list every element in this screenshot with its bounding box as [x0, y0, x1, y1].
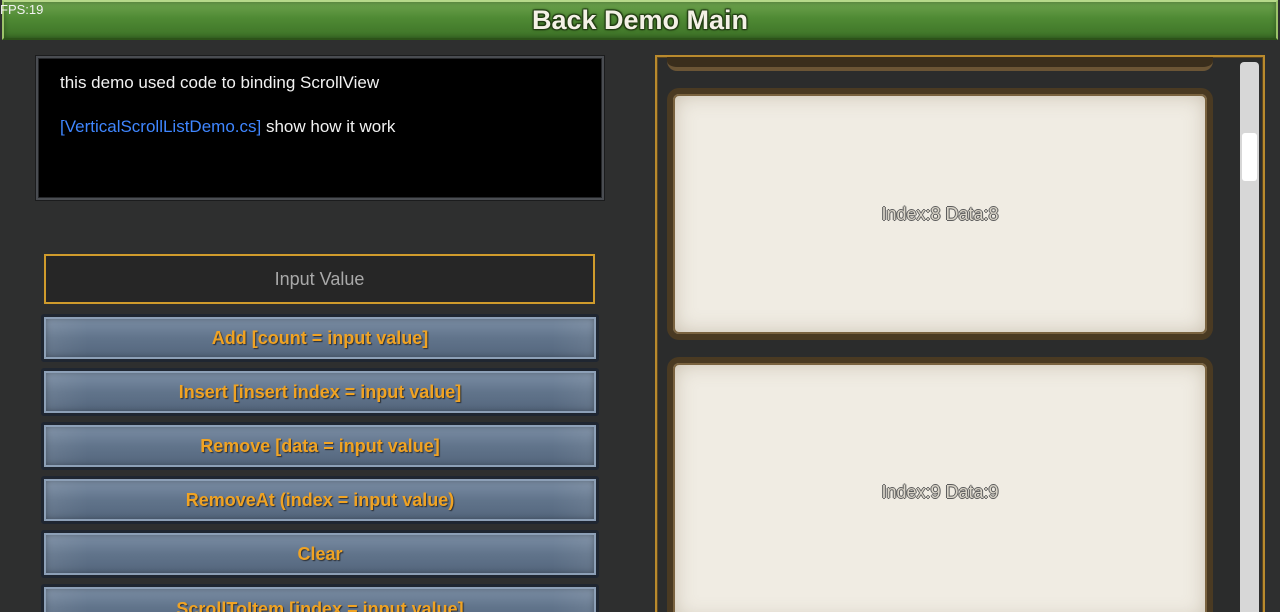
add-button[interactable]: Add [count = input value] [41, 314, 599, 362]
list-item-partial [667, 57, 1213, 71]
insert-button-label: Insert [insert index = input value] [178, 381, 462, 402]
info-link-suffix: show how it work [261, 117, 396, 136]
clear-button-label: Clear [297, 543, 343, 564]
scroll-to-item-button-label: ScrollToItem [index = input value] [176, 599, 464, 612]
script-link[interactable]: [VerticalScrollListDemo.cs] [60, 117, 261, 136]
fps-counter: FPS:19 [0, 2, 44, 17]
list-item[interactable]: Index:8 Data:8 [667, 88, 1213, 340]
add-button-label: Add [count = input value] [211, 327, 429, 348]
clear-button[interactable]: Clear [41, 530, 599, 578]
remove-button[interactable]: Remove [data = input value] [41, 422, 599, 470]
scrollbar-thumb[interactable] [1242, 133, 1257, 181]
input-value-field[interactable] [46, 256, 593, 302]
list-item-label: Index:8 Data:8 [881, 203, 999, 224]
info-link-line: [VerticalScrollListDemo.cs] show how it … [60, 116, 580, 138]
info-description: this demo used code to binding ScrollVie… [60, 73, 380, 92]
title-bar: Back Demo Main [2, 0, 1278, 40]
scroll-to-item-button[interactable]: ScrollToItem [index = input value] [41, 584, 599, 612]
remove-at-button-label: RemoveAt (index = input value) [185, 489, 455, 510]
page-title: Back Demo Main [531, 4, 749, 35]
list-item[interactable]: Index:9 Data:9 [667, 357, 1213, 612]
info-panel: this demo used code to binding ScrollVie… [36, 56, 604, 200]
remove-button-label: Remove [data = input value] [200, 435, 440, 456]
list-item-label: Index:9 Data:9 [881, 481, 999, 502]
insert-button[interactable]: Insert [insert index = input value] [41, 368, 599, 416]
remove-at-button[interactable]: RemoveAt (index = input value) [41, 476, 599, 524]
input-value-field-frame [44, 254, 595, 304]
